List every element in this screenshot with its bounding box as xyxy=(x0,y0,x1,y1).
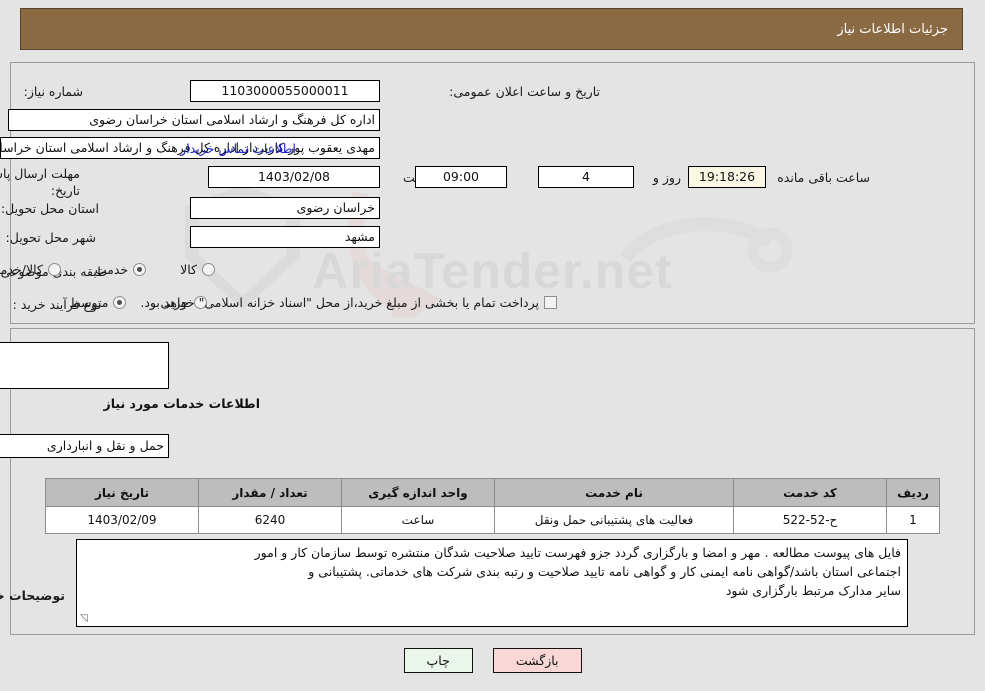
checkbox-icon[interactable] xyxy=(544,296,557,309)
treasury-checkbox-row[interactable]: پرداخت تمام یا بخشی از مبلغ خرید،از محل … xyxy=(140,295,557,310)
radio-icon[interactable] xyxy=(47,263,61,276)
city-value: مشهد xyxy=(190,226,380,248)
cell-code: ح-52-522 xyxy=(733,506,887,534)
treasury-checkbox-label: پرداخت تمام یا بخشی از مبلغ خرید،از محل … xyxy=(140,295,539,310)
countdown-value: 19:18:26 xyxy=(688,166,766,188)
deadline-label-date: تاریخ: xyxy=(50,183,80,198)
days-remaining-label: روز و xyxy=(652,170,681,185)
deadline-time-value: 09:00 xyxy=(415,166,507,188)
classification-option-kala-khedmat[interactable]: کالا/خدمت xyxy=(0,262,61,277)
print-button[interactable]: چاپ xyxy=(403,648,473,673)
description-textarea[interactable]: پشتیبانی ایاب و ذهاب دو خودرو سواری به م… xyxy=(0,342,169,389)
cell-name: فعالیت های پشتیبانی حمل ونقل xyxy=(494,506,734,534)
table-col-qty: تعداد / مقدار xyxy=(198,478,342,507)
buyer-contact-link[interactable]: اطلاعات تماس خریدار xyxy=(180,141,296,157)
table-col-name: نام خدمت xyxy=(494,478,734,507)
classification-option-kala[interactable]: کالا xyxy=(180,262,215,277)
announce-date-label: تاریخ و ساعت اعلان عمومی: xyxy=(449,84,600,99)
countdown-label: ساعت باقی مانده xyxy=(777,170,870,185)
cell-qty: 6240 xyxy=(198,506,342,534)
buyer-notes-line: اجتماعی استان باشد/گواهی نامه ایمنی کار … xyxy=(308,564,901,579)
buyer-org-value: اداره کل فرهنگ و ارشاد اسلامی استان خراس… xyxy=(8,109,380,131)
province-value: خراسان رضوی xyxy=(190,197,380,219)
action-buttons: بازگشت چاپ xyxy=(0,648,985,673)
buyer-notes-line: فایل های پیوست مطالعه . مهر و امضا و بار… xyxy=(254,545,901,560)
cell-date: 1403/02/09 xyxy=(45,506,199,534)
classification-option-label: کالا xyxy=(180,262,197,277)
table-col-unit: واحد اندازه گیری xyxy=(341,478,495,507)
province-label: استان محل تحویل: xyxy=(0,201,99,216)
description-line: رانندگان معرفی شده باید در سامانه پاکنا … xyxy=(0,365,162,384)
table-header-row: ردیف کد خدمت نام خدمت واحد اندازه گیری ت… xyxy=(45,478,940,507)
services-section-title: اطلاعات خدمات مورد نیاز xyxy=(103,396,261,411)
service-group-value: حمل و نقل و انبارداری xyxy=(0,434,169,458)
city-label: شهر محل تحویل: xyxy=(5,230,96,245)
classification-option-khedmat[interactable]: خدمت xyxy=(94,262,147,277)
classification-option-label: کالا/خدمت xyxy=(0,262,43,277)
process-option-motevaset[interactable]: متوسط xyxy=(69,295,127,310)
radio-icon[interactable] xyxy=(202,263,215,276)
cell-unit: ساعت xyxy=(341,506,495,534)
back-button[interactable]: بازگشت xyxy=(492,648,582,673)
services-table: ردیف کد خدمت نام خدمت واحد اندازه گیری ت… xyxy=(45,478,940,534)
table-col-date: تاریخ نیاز xyxy=(45,478,199,507)
buyer-notes-textarea[interactable]: فایل های پیوست مطالعه . مهر و امضا و بار… xyxy=(76,539,908,627)
cell-radif: 1 xyxy=(886,506,940,534)
buyer-notes-label: توضیحات خریدار: xyxy=(0,588,65,603)
resize-handle-icon[interactable]: ◸ xyxy=(80,613,90,624)
table-row: 1 ح-52-522 فعالیت های پشتیبانی حمل ونقل … xyxy=(45,506,940,534)
deadline-date-value: 1403/02/08 xyxy=(208,166,380,188)
buyer-notes-line: سایر مدارک مرتبط بارگزاری شود xyxy=(725,583,901,598)
table-col-radif: ردیف xyxy=(886,478,940,507)
description-line: پشتیبانی ایاب و ذهاب دو خودرو سواری به م… xyxy=(0,346,162,365)
need-info-panel xyxy=(10,62,975,324)
page-title-text: جزئیات اطلاعات نیاز xyxy=(837,21,948,37)
classification-option-label: خدمت xyxy=(94,262,129,277)
days-remaining-value: 4 xyxy=(538,166,634,188)
process-option-label: متوسط xyxy=(69,295,109,310)
need-number-value: 1103000055000011 xyxy=(190,80,380,102)
classification-radio-group: کالا خدمت کالا/خدمت xyxy=(0,262,215,277)
deadline-label: مهلت ارسال پاسخ: تا xyxy=(0,166,80,181)
radio-icon-selected[interactable] xyxy=(133,263,147,276)
page-root: AriaTender.net جزئیات اطلاعات نیاز شماره… xyxy=(0,0,985,691)
treasury-checkbox-item[interactable]: پرداخت تمام یا بخشی از مبلغ خرید،از محل … xyxy=(140,295,557,310)
radio-icon-selected[interactable] xyxy=(113,296,127,309)
table-col-code: کد خدمت xyxy=(733,478,887,507)
page-title: جزئیات اطلاعات نیاز xyxy=(20,8,963,50)
need-number-label: شماره نیاز: xyxy=(23,84,83,99)
